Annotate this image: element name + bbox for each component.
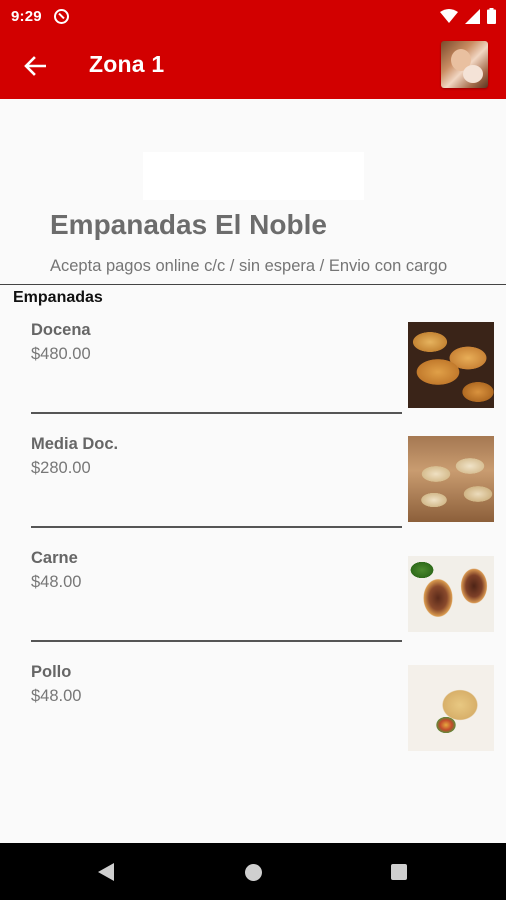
product-price: $48.00 (31, 687, 82, 705)
product-image[interactable] (408, 322, 494, 408)
do-not-disturb-icon (53, 8, 69, 24)
product-item-docena[interactable]: Docena $480.00 (0, 321, 506, 435)
product-name: Pollo (31, 663, 72, 681)
store-logo (143, 152, 364, 200)
avatar-baby (463, 65, 483, 83)
recents-square-icon[interactable] (391, 864, 407, 880)
page-title: Zona 1 (89, 51, 165, 77)
back-triangle-icon[interactable] (96, 862, 116, 882)
product-price: $280.00 (31, 459, 91, 477)
product-divider (31, 412, 402, 414)
avatar[interactable] (441, 41, 488, 88)
product-image[interactable] (408, 556, 494, 632)
home-circle-icon[interactable] (245, 864, 262, 881)
battery-icon (487, 8, 496, 24)
product-divider (31, 526, 402, 528)
product-item-carne[interactable]: Carne $48.00 (0, 549, 506, 663)
system-nav-bar (0, 843, 506, 900)
product-name: Media Doc. (31, 435, 119, 453)
store-name: Empanadas El Noble (50, 209, 327, 240)
product-item-media-doc[interactable]: Media Doc. $280.00 (0, 435, 506, 549)
signal-icon (465, 8, 480, 24)
status-bar: 9:29 (0, 0, 506, 32)
header-divider (0, 284, 506, 285)
store-description: Acepta pagos online c/c / sin espera / E… (50, 257, 448, 275)
product-item-pollo[interactable]: Pollo $48.00 (0, 663, 506, 777)
arrow-left-icon (24, 56, 46, 76)
product-price: $480.00 (31, 345, 91, 363)
product-price: $48.00 (31, 573, 82, 591)
back-button[interactable] (20, 51, 50, 81)
wifi-icon (440, 9, 458, 23)
product-divider (31, 640, 402, 642)
status-icons (440, 8, 496, 24)
product-name: Carne (31, 549, 78, 567)
status-time: 9:29 (11, 7, 42, 25)
category-title: Empanadas (13, 289, 103, 306)
product-image[interactable] (408, 436, 494, 522)
product-image[interactable] (408, 665, 494, 751)
product-name: Docena (31, 321, 91, 339)
app-bar: Zona 1 (0, 32, 506, 99)
